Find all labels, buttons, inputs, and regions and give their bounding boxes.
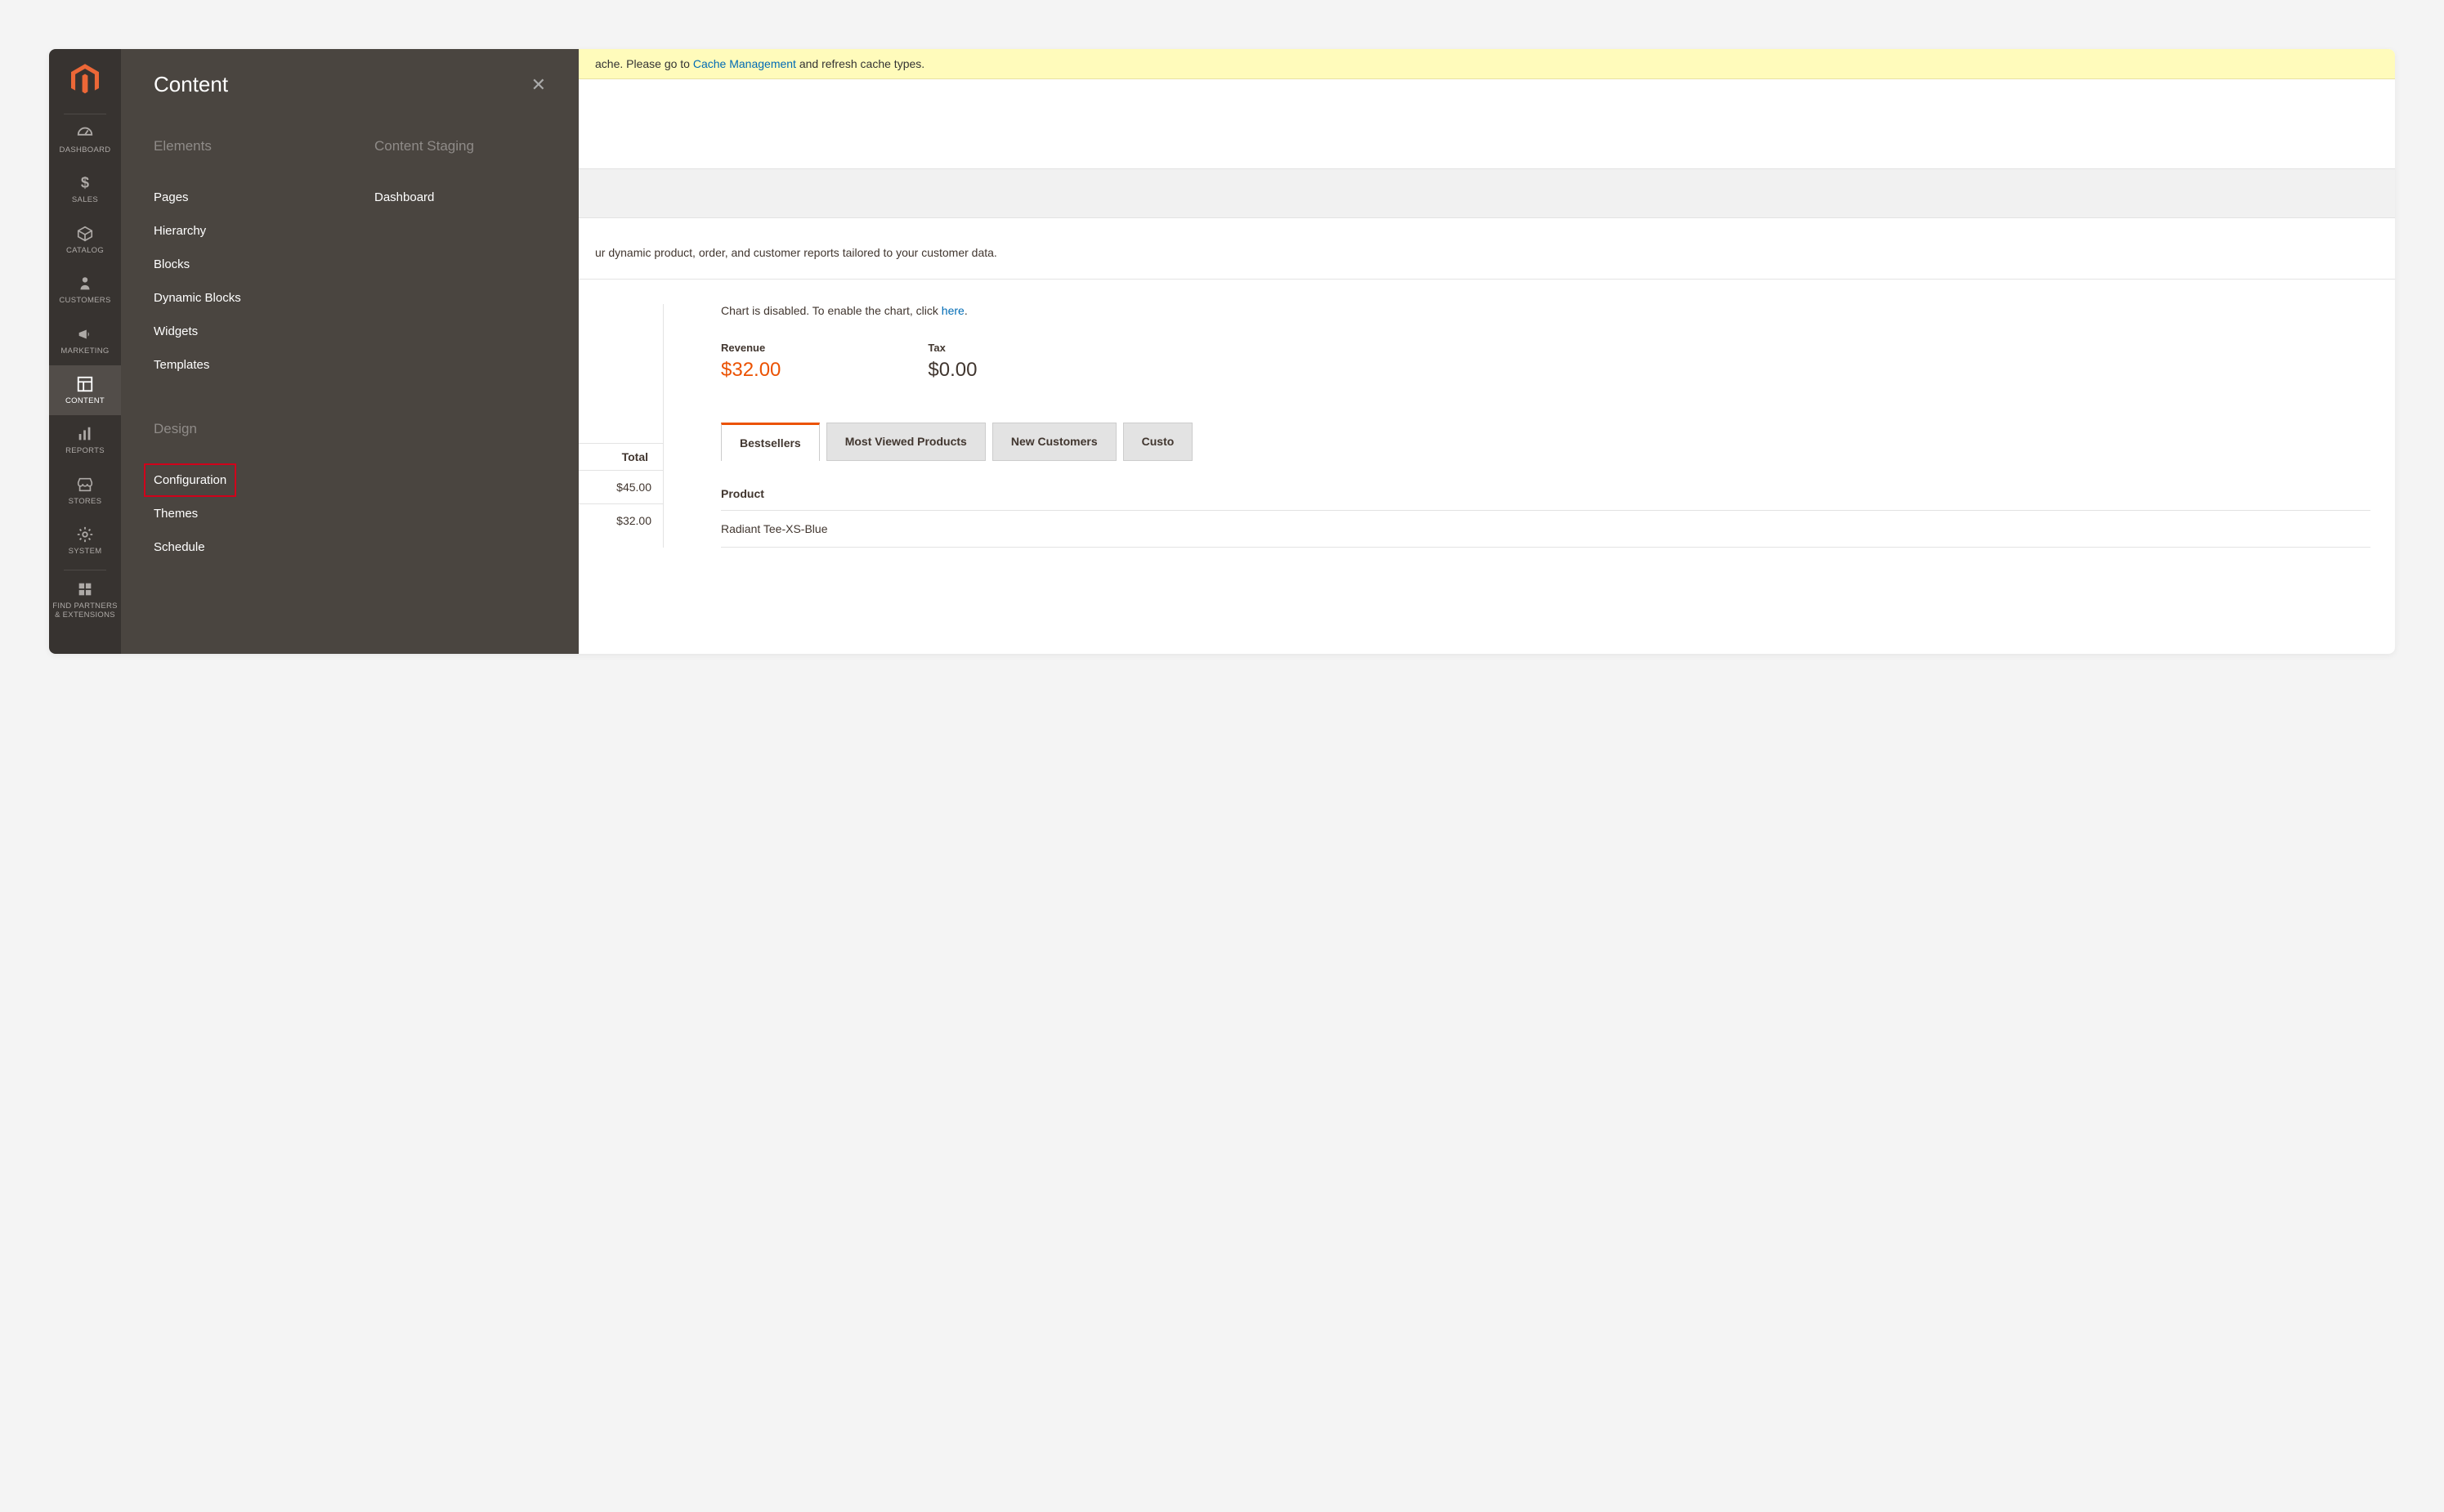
banner-text: and refresh cache types. <box>796 57 924 70</box>
flyout-link-widgets[interactable]: Widgets <box>154 315 325 348</box>
nav-label: SYSTEM <box>69 547 102 556</box>
sidebar-item-find-partners-extensions[interactable]: FIND PARTNERS & EXTENSIONS <box>49 570 121 630</box>
gear-icon <box>76 526 94 544</box>
tab-custo[interactable]: Custo <box>1123 423 1193 461</box>
flyout-link-dynamic-blocks[interactable]: Dynamic Blocks <box>154 281 325 315</box>
megaphone-icon <box>76 325 94 343</box>
table-row[interactable]: Radiant Tee-XS-Blue <box>721 511 2370 548</box>
nav-label: DASHBOARD <box>60 145 111 154</box>
product-column-header: Product <box>721 477 2370 511</box>
enable-chart-link[interactable]: here <box>942 304 965 317</box>
total-value: $32.00 <box>579 503 663 537</box>
tab-most-viewed-products[interactable]: Most Viewed Products <box>826 423 986 461</box>
blocks-icon <box>76 580 94 598</box>
flyout-section-design: Design <box>154 421 325 437</box>
flyout-link-pages[interactable]: Pages <box>154 181 325 214</box>
nav-label: CATALOG <box>66 246 104 255</box>
flyout-link-configuration[interactable]: Configuration <box>144 463 236 497</box>
dashboard-icon <box>76 124 94 142</box>
reports-message: ur dynamic product, order, and customer … <box>579 218 2395 280</box>
nav-label: STORES <box>69 497 102 506</box>
flyout-section-elements: Elements <box>154 138 325 154</box>
svg-text:$: $ <box>81 174 89 191</box>
metric-label: Tax <box>928 342 977 354</box>
banner-text: ache. Please go to <box>595 57 693 70</box>
header-strip <box>579 79 2395 169</box>
tab-new-customers[interactable]: New Customers <box>992 423 1117 461</box>
box-icon <box>76 225 94 243</box>
chart-disabled-message: Chart is disabled. To enable the chart, … <box>721 304 2370 317</box>
cache-management-link[interactable]: Cache Management <box>693 57 796 70</box>
flyout-title: Content <box>154 72 228 97</box>
flyout-section-content-staging: Content Staging <box>374 138 546 154</box>
tab-bestsellers[interactable]: Bestsellers <box>721 423 820 461</box>
sidebar-item-content[interactable]: CONTENT <box>49 365 121 415</box>
total-value: $45.00 <box>579 470 663 503</box>
sidebar-item-reports[interactable]: REPORTS <box>49 415 121 465</box>
flyout-link-blocks[interactable]: Blocks <box>154 248 325 281</box>
totals-column: Total $45.00$32.00 <box>579 304 664 548</box>
flyout-link-schedule[interactable]: Schedule <box>154 530 325 564</box>
metric-value: $32.00 <box>721 359 781 382</box>
nav-label: REPORTS <box>65 446 105 455</box>
nav-label: CONTENT <box>65 396 105 405</box>
sidebar-item-system[interactable]: SYSTEM <box>49 516 121 566</box>
sidebar-item-sales[interactable]: $ SALES <box>49 164 121 214</box>
sidebar-item-dashboard[interactable]: DASHBOARD <box>49 114 121 164</box>
cache-banner: ache. Please go to Cache Management and … <box>579 49 2395 79</box>
store-icon <box>76 476 94 494</box>
app-window: DASHBOARD $ SALES CATALOG CUSTOMERS MARKETING… <box>49 49 2395 654</box>
content-flyout: Content ✕ Elements PagesHierarchyBlocksDy… <box>121 49 579 654</box>
metric-label: Revenue <box>721 342 781 354</box>
metric-revenue: Revenue $32.00 <box>721 342 781 382</box>
sidebar-item-customers[interactable]: CUSTOMERS <box>49 265 121 315</box>
layout-icon <box>76 375 94 393</box>
flyout-link-hierarchy[interactable]: Hierarchy <box>154 214 325 248</box>
magento-logo[interactable] <box>49 49 121 110</box>
scope-strip <box>579 169 2395 218</box>
dollar-icon: $ <box>76 174 94 192</box>
magento-logo-icon <box>71 64 99 96</box>
bars-icon <box>76 425 94 443</box>
nav-label: CUSTOMERS <box>59 296 110 305</box>
sidebar-item-stores[interactable]: STORES <box>49 466 121 516</box>
sidebar-item-marketing[interactable]: MARKETING <box>49 315 121 365</box>
admin-sidebar: DASHBOARD $ SALES CATALOG CUSTOMERS MARKETING… <box>49 49 121 654</box>
nav-label: SALES <box>72 195 98 204</box>
total-header: Total <box>622 450 648 463</box>
flyout-link-themes[interactable]: Themes <box>154 497 325 530</box>
flyout-link-templates[interactable]: Templates <box>154 348 325 382</box>
metric-value: $0.00 <box>928 359 977 382</box>
nav-label: MARKETING <box>60 347 109 356</box>
person-icon <box>76 275 94 293</box>
close-icon[interactable]: ✕ <box>531 74 546 96</box>
flyout-link-dashboard[interactable]: Dashboard <box>374 181 546 214</box>
nav-label: FIND PARTNERS & EXTENSIONS <box>52 602 118 620</box>
metric-tax: Tax $0.00 <box>928 342 977 382</box>
sidebar-item-catalog[interactable]: CATALOG <box>49 215 121 265</box>
